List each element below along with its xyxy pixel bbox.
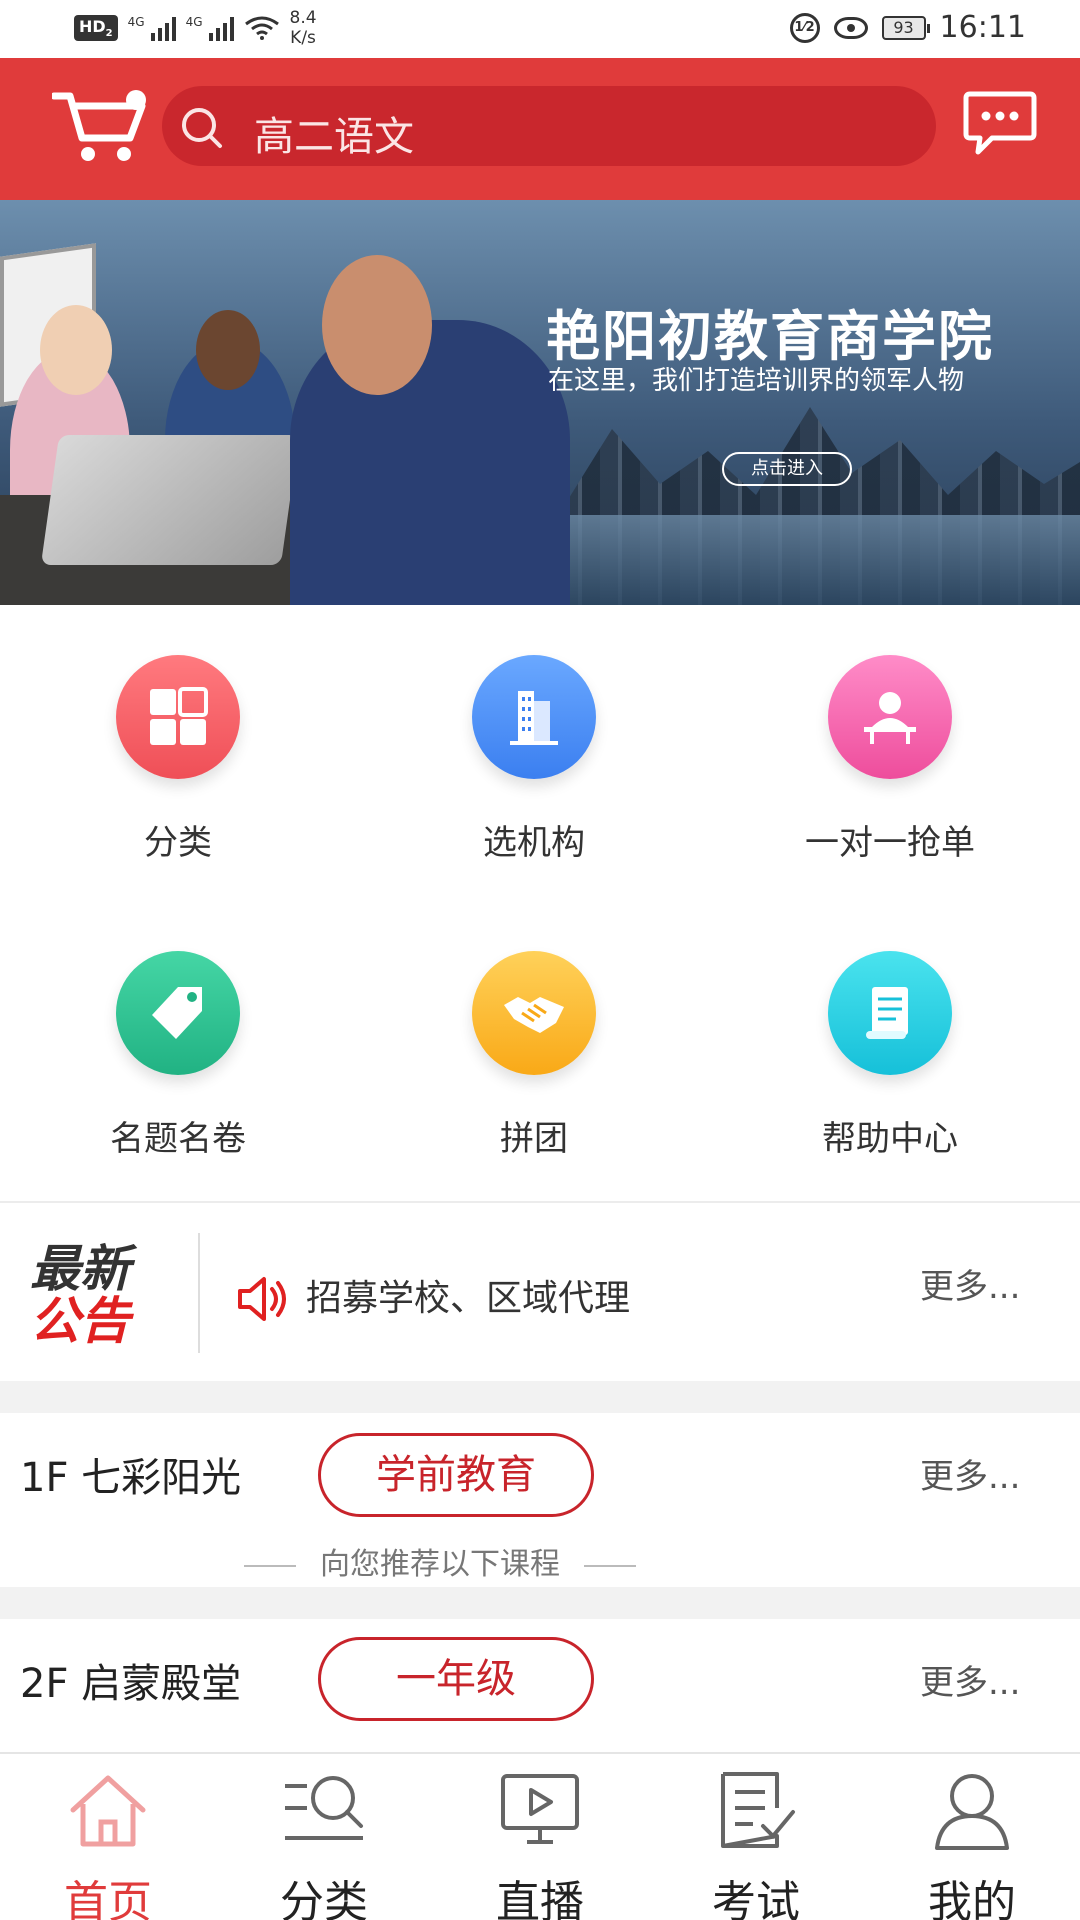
tab-label: 直播 [496,1877,584,1920]
floor-section-2: 2F 启蒙殿堂 一年级 更多... [0,1619,1080,1752]
divider [244,1564,296,1567]
tab-exam[interactable]: 考试 [676,1768,836,1920]
menu-item-exam-papers[interactable]: 名题名卷 [28,901,328,1161]
wifi-icon [244,16,279,40]
announcement-more-link[interactable]: 更多... [920,1259,1020,1308]
floor-tag-button[interactable]: 一年级 [318,1637,594,1721]
menu-item-label: 选机构 [483,823,585,863]
banner-person-image [322,255,432,395]
teacher-icon [828,655,952,779]
home-icon [70,1775,146,1847]
battery-icon: 93 [881,15,930,40]
top-header: 高二语文 [0,58,1080,200]
grid-icon [116,655,240,779]
handshake-icon [472,951,596,1075]
tab-label: 分类 [280,1877,368,1920]
divider [584,1564,636,1567]
cart-icon[interactable] [52,88,152,168]
promo-banner[interactable]: 艳阳初教育商学院 在这里，我们打造培训界的领军人物 点击进入 [0,200,1080,605]
feature-grid: 分类 选机构 一对一抢单 名题名卷 拼团 帮助中心 [0,605,1080,1201]
banner-river-image [520,515,1080,605]
menu-item-label: 一对一抢单 [805,823,975,863]
divider [198,1233,200,1353]
recommend-caption: 向您推荐以下课程 [0,1539,880,1583]
menu-item-group-buy[interactable]: 拼团 [384,901,684,1161]
section-gap [0,1587,1080,1619]
profile-icon [935,1774,1009,1850]
search-input[interactable]: 高二语文 [254,104,414,162]
floor-title: 1F 七彩阳光 [20,1455,242,1501]
floor-title: 2F 启蒙殿堂 [20,1661,242,1707]
tab-label: 首页 [64,1877,152,1920]
search-bar[interactable]: 高二语文 [162,86,936,166]
search-icon [182,108,222,148]
banner-laptop-image [40,435,300,565]
menu-item-label: 帮助中心 [822,1119,958,1159]
banner-person-image [40,305,112,395]
tab-label: 考试 [712,1877,800,1920]
floor-section-1: 1F 七彩阳光 学前教育 更多... 向您推荐以下课程 [0,1413,1080,1587]
tab-category[interactable]: 分类 [244,1768,404,1920]
hd-badge: HD2 [74,14,118,42]
speaker-icon [238,1277,286,1321]
signal-icon: 4G [186,15,234,41]
tab-profile[interactable]: 我的 [892,1768,1052,1920]
menu-item-one-on-one[interactable]: 一对一抢单 [740,605,1040,865]
signal-icon: 4G [128,15,176,41]
section-gap [0,1381,1080,1413]
data-saver-icon: 1⁄2 [789,12,820,43]
tab-live[interactable]: 直播 [460,1768,620,1920]
eye-comfort-icon [833,16,868,39]
tab-label: 我的 [928,1877,1016,1920]
floor-tag-button[interactable]: 学前教育 [318,1433,594,1517]
announcement-text[interactable]: 招募学校、区域代理 [306,1269,630,1321]
menu-item-label: 名题名卷 [110,1119,246,1159]
status-left: HD2 4G 4G 8.4 K/s [74,8,317,48]
announcement-logo: 最新 公告 [30,1240,130,1350]
clock: 16:11 [939,10,1026,45]
menu-item-help-center[interactable]: 帮助中心 [740,901,1040,1161]
menu-item-label: 分类 [144,823,212,863]
network-speed: 8.4 K/s [289,8,317,48]
category-search-icon [285,1776,363,1840]
banner-person-image [196,310,260,390]
tag-icon [116,951,240,1075]
floor-more-link[interactable]: 更多... [920,1449,1020,1498]
bottom-tab-bar: 首页 分类 直播 考试 我的 [0,1752,1080,1920]
announcement-bar[interactable]: 最新 公告 招募学校、区域代理 更多... [0,1201,1080,1381]
message-icon[interactable] [962,90,1038,160]
menu-item-category[interactable]: 分类 [28,605,328,865]
tab-home[interactable]: 首页 [28,1768,188,1920]
building-icon [472,655,596,779]
menu-item-label: 拼团 [500,1119,568,1159]
banner-enter-button[interactable]: 点击进入 [722,452,852,486]
live-play-icon [501,1774,579,1844]
status-right: 1⁄2 93 16:11 [789,10,1026,45]
exam-icon [721,1772,795,1848]
banner-subtitle: 在这里，我们打造培训界的领军人物 [548,366,965,396]
scroll-icon [828,951,952,1075]
status-bar: HD2 4G 4G 8.4 K/s 1⁄2 93 16:11 [0,0,1080,58]
menu-item-institution[interactable]: 选机构 [384,605,684,865]
floor-more-link[interactable]: 更多... [920,1655,1020,1704]
